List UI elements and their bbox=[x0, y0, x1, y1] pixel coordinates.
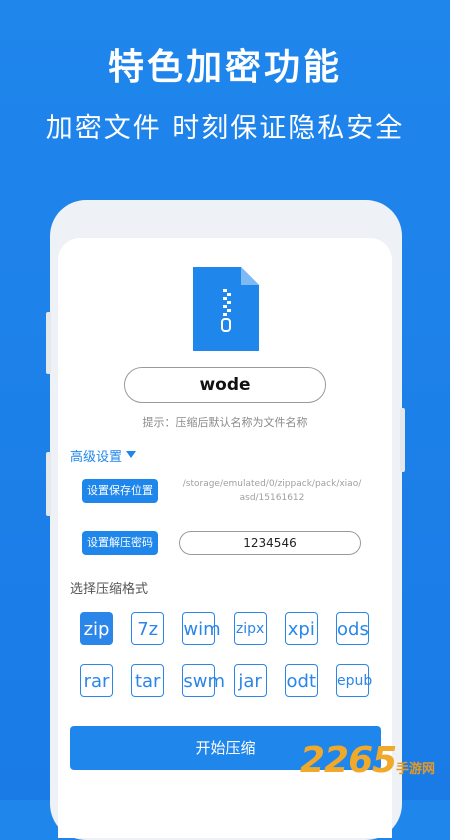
banner-title: 特色加密功能 bbox=[107, 47, 342, 88]
set-password-button[interactable]: 设置解压密码 bbox=[82, 531, 158, 555]
format-option-ods[interactable]: ods bbox=[336, 612, 369, 645]
format-option-swm[interactable]: swm bbox=[182, 664, 225, 697]
format-option-rar[interactable]: rar bbox=[80, 664, 113, 697]
format-option-odt[interactable]: odt bbox=[284, 664, 318, 697]
format-option-wim[interactable]: wim bbox=[182, 612, 221, 645]
save-path: /storage/emulated/0/zippack/pack/xiao/ a… bbox=[172, 477, 372, 505]
format-option-jar[interactable]: jar bbox=[233, 664, 267, 697]
format-option-tar[interactable]: tar bbox=[131, 664, 165, 697]
set-save-location-button[interactable]: 设置保存位置 bbox=[82, 479, 158, 503]
zip-file-icon bbox=[193, 267, 259, 351]
save-path-line: /storage/emulated/0/zippack/pack/xiao/ bbox=[182, 479, 362, 489]
watermark-suffix: 手游网 bbox=[396, 762, 436, 777]
watermark-number: 2265 bbox=[300, 740, 397, 781]
phone-side-button bbox=[46, 452, 51, 516]
format-option-epub[interactable]: epub bbox=[336, 664, 372, 697]
format-option-xpi[interactable]: xpi bbox=[284, 612, 318, 645]
phone-side-button bbox=[46, 312, 51, 374]
save-path-line: asd/15161612 bbox=[239, 493, 305, 503]
password-input[interactable]: 1234546 bbox=[179, 531, 361, 555]
advanced-settings-toggle[interactable]: 高级设置 bbox=[70, 446, 122, 465]
format-option-7z[interactable]: 7z bbox=[131, 612, 165, 645]
caret-down-icon[interactable] bbox=[126, 451, 136, 458]
format-label: 选择压缩格式 bbox=[70, 582, 149, 597]
name-hint: 提示：压缩后默认名称为文件名称 bbox=[142, 416, 308, 429]
file-name-input[interactable]: wode bbox=[124, 367, 326, 403]
format-option-zipx[interactable]: zipx bbox=[233, 612, 267, 645]
banner-subtitle: 加密文件 时刻保证隐私安全 bbox=[45, 113, 405, 144]
format-option-zip[interactable]: zip bbox=[80, 612, 113, 645]
